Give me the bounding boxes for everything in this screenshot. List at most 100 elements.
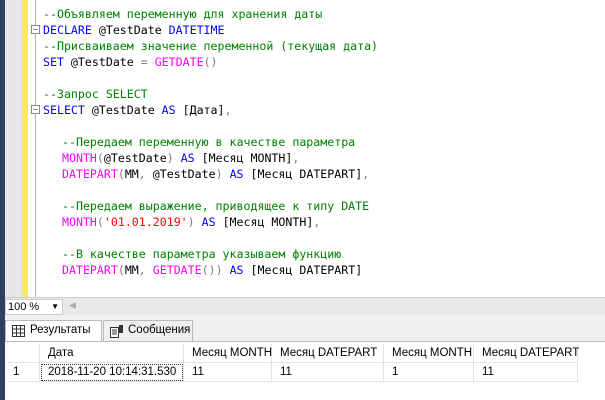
query-editor[interactable]: --Объявляем переменную для хранения даты… bbox=[0, 0, 605, 297]
column-header[interactable]: Месяц MONTH bbox=[184, 344, 272, 363]
identifier: [Месяц DATEPART] bbox=[243, 263, 363, 277]
operator: () bbox=[203, 55, 218, 69]
keyword: AS bbox=[161, 103, 176, 117]
operator: , bbox=[224, 103, 232, 117]
code-line[interactable] bbox=[43, 182, 378, 198]
tab-messages-label: Сообщения bbox=[128, 324, 191, 336]
code-line[interactable] bbox=[43, 118, 378, 134]
code-line[interactable]: MONTH(@TestDate) AS [Месяц MONTH], bbox=[43, 150, 378, 166]
operator: ) bbox=[187, 215, 195, 229]
operator: , bbox=[138, 167, 146, 181]
identifier bbox=[223, 167, 230, 181]
comment: --В качестве параметра указываем функцию bbox=[62, 247, 342, 261]
identifier: [Месяц DATEPART] bbox=[243, 167, 363, 181]
zoom-bar: 100 % ▼ ◀ bbox=[5, 297, 605, 315]
comment: --Запрос SELECT bbox=[43, 87, 148, 101]
table-cell[interactable]: 2018-11-20 10:14:31.530 bbox=[40, 363, 184, 382]
zoom-select[interactable]: 100 % ▼ bbox=[5, 299, 63, 315]
comment: --Передаем переменную в качестве парамет… bbox=[62, 135, 356, 149]
code-line[interactable]: MONTH('01.01.2019') AS [Месяц MONTH], bbox=[43, 214, 378, 230]
tab-results[interactable]: Результаты bbox=[5, 320, 102, 342]
messages-icon bbox=[110, 325, 123, 338]
identifier bbox=[223, 263, 230, 277]
code-line[interactable]: --Объявляем переменную для хранения даты bbox=[43, 6, 378, 22]
code-line[interactable]: --Запрос SELECT bbox=[43, 86, 378, 102]
code-line[interactable]: − SELECT @TestDate AS [Дата], bbox=[31, 102, 378, 118]
identifier: @TestDate bbox=[103, 151, 167, 165]
scroll-left-icon[interactable]: ◀ bbox=[69, 300, 76, 311]
identifier: @TestDate bbox=[91, 23, 169, 37]
code-line[interactable]: SET @TestDate = GETDATE() bbox=[43, 54, 378, 70]
identifier bbox=[195, 215, 202, 229]
code-line[interactable]: − DECLARE @TestDate DATETIME bbox=[31, 22, 378, 38]
keyword: AS bbox=[180, 151, 195, 165]
operator: ()) bbox=[201, 263, 223, 277]
code-line[interactable] bbox=[43, 70, 378, 86]
operator: ) bbox=[166, 151, 174, 165]
grid-icon bbox=[12, 325, 25, 337]
identifier: MM bbox=[124, 167, 139, 181]
code-line[interactable]: --Передаем выражение, приводящее к типу … bbox=[43, 198, 378, 214]
identifier: [Дата] bbox=[175, 103, 225, 117]
operator: ( bbox=[96, 215, 104, 229]
table-cell[interactable]: 1 bbox=[384, 363, 474, 382]
identifier: @TestDate bbox=[84, 103, 162, 117]
tab-messages[interactable]: Сообщения bbox=[103, 320, 193, 341]
keyword: DECLARE bbox=[43, 23, 92, 37]
function: GETDATE bbox=[154, 55, 204, 69]
identifier: [Месяц MONTH] bbox=[194, 151, 293, 165]
collapse-icon[interactable]: − bbox=[31, 105, 40, 114]
string-literal: '01.01.2019' bbox=[103, 215, 188, 229]
column-header[interactable]: Дата bbox=[40, 344, 184, 363]
code-line[interactable]: DATEPART(MM, @TestDate) AS [Месяц DATEPA… bbox=[43, 166, 378, 182]
chevron-down-icon: ▼ bbox=[51, 302, 59, 311]
operator: ( bbox=[96, 151, 104, 165]
operator: , bbox=[362, 167, 370, 181]
results-tabs: Результаты Сообщения bbox=[5, 315, 605, 342]
code-line[interactable]: --Присваиваем значение переменной (текущ… bbox=[43, 38, 378, 54]
operator: ) bbox=[215, 167, 223, 181]
code-line[interactable] bbox=[43, 230, 378, 246]
column-header[interactable]: Месяц DATEPART bbox=[474, 344, 579, 363]
code-area[interactable]: --Объявляем переменную для хранения даты… bbox=[31, 6, 378, 278]
zoom-value: 100 % bbox=[8, 301, 40, 313]
column-header[interactable]: Месяц MONTH bbox=[384, 344, 474, 363]
function: MONTH bbox=[62, 215, 97, 229]
identifier bbox=[174, 151, 181, 165]
function: MONTH bbox=[62, 151, 97, 165]
function: GETDATE bbox=[152, 263, 202, 277]
collapse-icon[interactable]: − bbox=[31, 25, 40, 34]
keyword: SELECT bbox=[43, 103, 85, 117]
column-header[interactable]: Месяц DATEPART bbox=[272, 344, 384, 363]
identifier: [Месяц MONTH] bbox=[215, 215, 314, 229]
operator: , bbox=[292, 151, 300, 165]
function: DATEPART bbox=[62, 167, 118, 181]
results-grid[interactable]: Дата Месяц MONTH Месяц DATEPART Месяц MO… bbox=[5, 341, 605, 400]
keyword: SET bbox=[43, 55, 64, 69]
table-cell[interactable]: 11 bbox=[272, 363, 384, 382]
row-number[interactable]: 1 bbox=[7, 363, 40, 382]
table-cell[interactable]: 11 bbox=[184, 363, 272, 382]
outline-line bbox=[35, 0, 36, 297]
change-tracking-bar bbox=[22, 0, 28, 297]
function: DATEPART bbox=[62, 263, 118, 277]
code-line[interactable]: --Передаем переменную в качестве парамет… bbox=[43, 134, 378, 150]
operator: , bbox=[138, 263, 146, 277]
operator: ( bbox=[117, 167, 125, 181]
keyword: AS bbox=[229, 263, 244, 277]
identifier: @TestDate bbox=[63, 55, 141, 69]
row-header-corner bbox=[7, 344, 40, 363]
operator: = bbox=[140, 55, 148, 69]
identifier bbox=[146, 263, 153, 277]
identifier: @TestDate bbox=[145, 167, 216, 181]
keyword: AS bbox=[201, 215, 216, 229]
identifier bbox=[148, 55, 155, 69]
table-cell[interactable]: 11 bbox=[474, 363, 578, 382]
editor-gutter bbox=[5, 0, 22, 297]
code-line[interactable]: DATEPART(MM, GETDATE()) AS [Месяц DATEPA… bbox=[43, 262, 378, 278]
identifier: MM bbox=[124, 263, 139, 277]
operator: ( bbox=[117, 263, 125, 277]
comment: --Присваиваем значение переменной (текущ… bbox=[43, 39, 379, 53]
code-line[interactable]: --В качестве параметра указываем функцию bbox=[43, 246, 378, 262]
comment: --Объявляем переменную для хранения даты bbox=[43, 7, 323, 21]
